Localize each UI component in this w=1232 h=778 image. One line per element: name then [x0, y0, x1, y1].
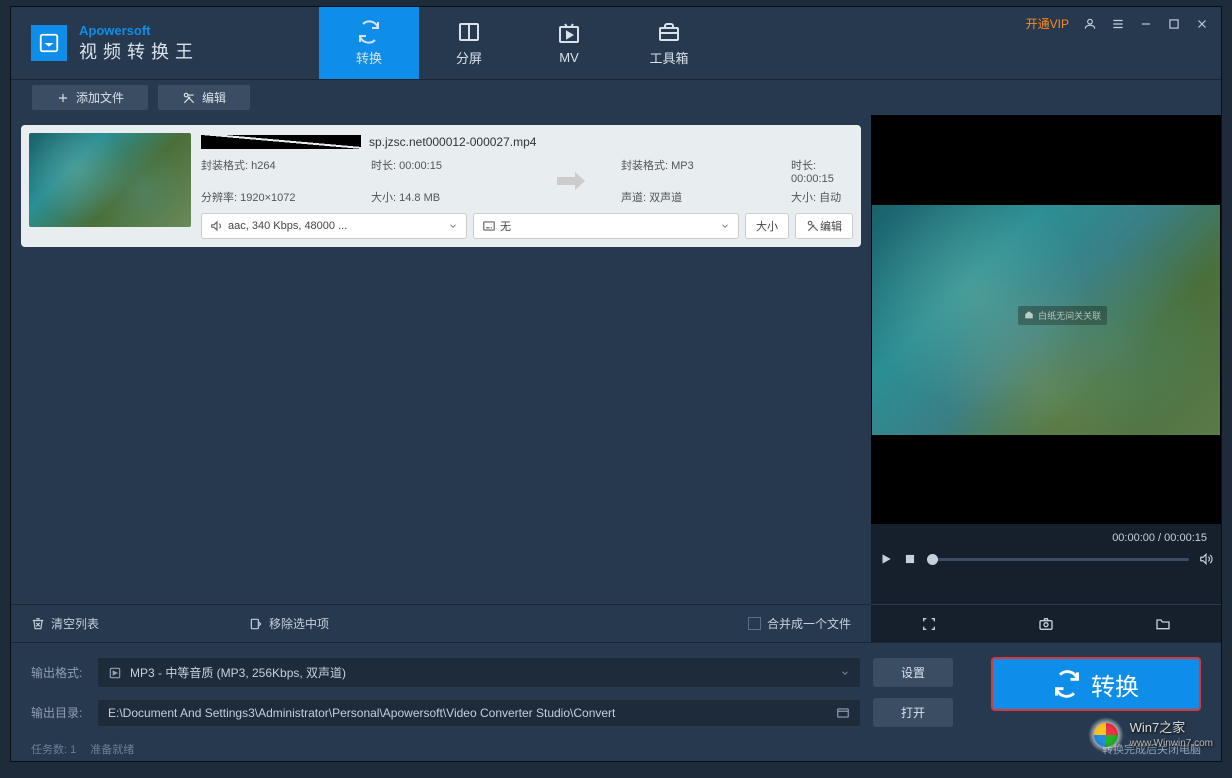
- brand-name: Apowersoft: [79, 23, 199, 38]
- item-controls: aac, 340 Kbps, 48000 ... 无 大小: [201, 213, 853, 239]
- dir-label: 输出目录:: [31, 704, 85, 721]
- preview-watermark: 白纸无间关关联: [1018, 306, 1107, 325]
- resize-button[interactable]: 大小: [745, 213, 789, 239]
- subtitle-select[interactable]: 无: [473, 213, 739, 239]
- file-info: sp.jzsc.net000012-000027.mp4 封装格式: h264 …: [201, 133, 853, 239]
- user-icon[interactable]: [1083, 17, 1097, 31]
- status-bar: 任务数: 1 准备就绪 转换完成后关闭电脑: [11, 737, 1221, 761]
- tab-label: 工具箱: [649, 48, 688, 67]
- titlebar: Apowersoft 视频转换王 转换 分屏 MV 工具箱 开通VIP: [11, 7, 1221, 79]
- task-count: 任务数: 1: [31, 741, 76, 757]
- audio-select[interactable]: aac, 340 Kbps, 48000 ...: [201, 213, 467, 239]
- folder-icon[interactable]: [1155, 616, 1171, 632]
- tab-label: 转换: [356, 48, 382, 67]
- tab-label: 分屏: [456, 48, 482, 67]
- open-button[interactable]: 打开: [873, 698, 953, 727]
- progress-bar[interactable]: [927, 558, 1189, 561]
- stop-icon[interactable]: [903, 552, 917, 566]
- tab-mv[interactable]: MV: [519, 7, 619, 79]
- snapshot-icon[interactable]: [1038, 616, 1054, 632]
- minimize-icon[interactable]: [1139, 17, 1153, 31]
- list-actions-bar: 清空列表 移除选中项 合并成一个文件: [11, 604, 871, 642]
- app-title: 视频转换王: [79, 38, 199, 64]
- tab-split[interactable]: 分屏: [419, 7, 519, 79]
- preview-panel: 白纸无间关关联 00:00:00 / 00:00:15: [871, 115, 1221, 642]
- button-label: 添加文件: [76, 89, 124, 106]
- app-window: Apowersoft 视频转换王 转换 分屏 MV 工具箱 开通VIP: [10, 6, 1222, 762]
- menu-icon[interactable]: [1111, 17, 1125, 31]
- edit-button[interactable]: 编辑: [157, 84, 251, 111]
- file-name: sp.jzsc.net000012-000027.mp4: [201, 133, 853, 151]
- screenshot-watermark: Win7之家 www.Winwin7.com: [1088, 717, 1213, 753]
- output-format-select[interactable]: MP3 - 中等音质 (MP3, 256Kbps, 双声道): [97, 657, 861, 688]
- merge-checkbox[interactable]: 合并成一个文件: [748, 615, 851, 632]
- output-settings: 输出格式: MP3 - 中等音质 (MP3, 256Kbps, 双声道) 设置 …: [11, 642, 1221, 737]
- status-text: 准备就绪: [90, 741, 134, 757]
- convert-button[interactable]: 转换: [991, 657, 1201, 711]
- preview-actions: [871, 604, 1221, 642]
- clear-list-button[interactable]: 清空列表: [31, 615, 99, 632]
- tab-label: MV: [559, 50, 579, 65]
- tab-convert[interactable]: 转换: [319, 7, 419, 79]
- file-list: sp.jzsc.net000012-000027.mp4 封装格式: h264 …: [11, 115, 871, 604]
- video-thumbnail: [29, 133, 191, 227]
- output-dir-field[interactable]: E:\Document And Settings3\Administrator\…: [97, 699, 861, 727]
- redacted-text: [201, 135, 361, 149]
- item-edit-button[interactable]: 编辑: [795, 213, 853, 239]
- arrow-icon: [541, 157, 601, 205]
- format-label: 输出格式:: [31, 664, 85, 681]
- play-icon[interactable]: [879, 552, 893, 566]
- tab-toolbox[interactable]: 工具箱: [619, 7, 719, 79]
- windows-logo-icon: [1088, 717, 1124, 753]
- left-panel: sp.jzsc.net000012-000027.mp4 封装格式: h264 …: [11, 115, 871, 642]
- volume-icon[interactable]: [1199, 552, 1213, 566]
- preview-area: 白纸无间关关联: [871, 115, 1221, 524]
- settings-button[interactable]: 设置: [873, 658, 953, 687]
- add-file-button[interactable]: 添加文件: [31, 84, 149, 111]
- preview-frame: 白纸无间关关联: [872, 205, 1220, 435]
- window-controls: 开通VIP: [1026, 15, 1209, 32]
- logo-icon: [31, 25, 67, 61]
- main-tabs: 转换 分屏 MV 工具箱: [319, 7, 719, 79]
- logo: Apowersoft 视频转换王: [11, 23, 219, 64]
- player-controls: 00:00:00 / 00:00:15: [871, 524, 1221, 604]
- time-display: 00:00:00 / 00:00:15: [879, 532, 1213, 544]
- toolbar: 添加文件 编辑: [11, 79, 1221, 115]
- file-metadata: 封装格式: h264 时长: 00:00:15 封装格式: MP3 时长: 00…: [201, 157, 853, 205]
- button-label: 编辑: [202, 89, 226, 106]
- file-item[interactable]: sp.jzsc.net000012-000027.mp4 封装格式: h264 …: [21, 125, 861, 247]
- main-content: sp.jzsc.net000012-000027.mp4 封装格式: h264 …: [11, 115, 1221, 642]
- close-icon[interactable]: [1195, 17, 1209, 31]
- maximize-icon[interactable]: [1167, 17, 1181, 31]
- checkbox-icon: [748, 617, 761, 630]
- fullscreen-icon[interactable]: [921, 616, 937, 632]
- browse-icon: [836, 706, 850, 720]
- remove-selected-button[interactable]: 移除选中项: [249, 615, 329, 632]
- vip-link[interactable]: 开通VIP: [1026, 15, 1069, 32]
